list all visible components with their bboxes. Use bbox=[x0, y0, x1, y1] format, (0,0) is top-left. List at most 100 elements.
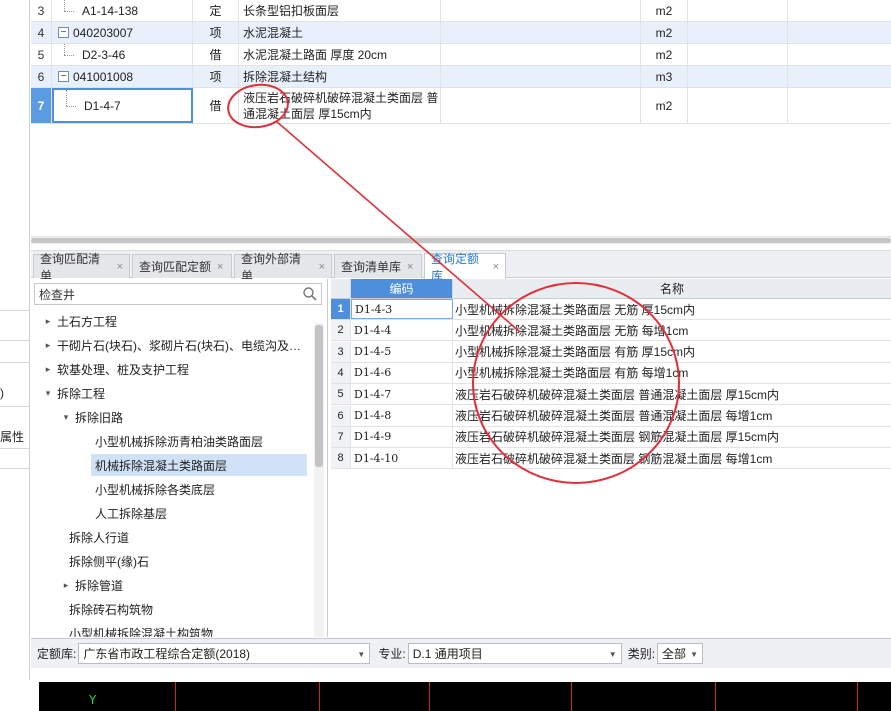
result-name[interactable]: 液压岩石破碎机破碎混凝土类面层 普通混凝土面层 厚15cm内 bbox=[453, 384, 891, 404]
close-icon[interactable]: × bbox=[407, 261, 413, 273]
result-row-number[interactable]: 1 bbox=[331, 299, 351, 319]
result-row[interactable]: 7 D1-4-9 液压岩石破碎机破碎混凝土类面层 钢筋混凝土面层 厚15cm内 bbox=[331, 426, 891, 448]
unit-cell[interactable]: m2 bbox=[641, 22, 688, 43]
bill-row[interactable]: 6−041001008 项拆除混凝土结构 m3 bbox=[31, 66, 891, 88]
tree-node[interactable]: 拆除人行道 bbox=[69, 526, 129, 548]
tree-node[interactable]: 小型机械拆除各类底层 bbox=[95, 478, 215, 500]
feature-cell[interactable] bbox=[441, 22, 641, 43]
unit-cell[interactable]: m2 bbox=[641, 0, 688, 21]
result-name[interactable]: 液压岩石破碎机破碎混凝土类面层 钢筋混凝土面层 厚15cm内 bbox=[453, 427, 891, 447]
code-cell[interactable]: A1-14-138 bbox=[52, 0, 193, 21]
type-cell[interactable]: 项 bbox=[193, 66, 239, 87]
tree-node[interactable]: 小型机械拆除沥青柏油类路面层 bbox=[95, 430, 263, 452]
tree-node[interactable]: ▸ 拆除管道 bbox=[61, 574, 123, 596]
result-row[interactable]: 3 D1-4-5 小型机械拆除混凝土类路面层 有筋 厚15cm内 bbox=[331, 341, 891, 363]
tree-node[interactable]: 机械拆除混凝土类路面层 bbox=[91, 454, 307, 476]
tab-1[interactable]: 查询匹配清单 × bbox=[33, 252, 130, 283]
unit-cell[interactable]: m3 bbox=[641, 66, 688, 87]
quantity-cell[interactable] bbox=[688, 0, 788, 21]
major-select[interactable]: D.1 通用项目 ▼ bbox=[407, 643, 622, 664]
result-name[interactable]: 小型机械拆除混凝土类路面层 无筋 厚15cm内 bbox=[453, 299, 891, 319]
close-icon[interactable]: × bbox=[493, 261, 499, 273]
result-code[interactable]: D1-4-10 bbox=[351, 448, 453, 469]
result-row-number[interactable]: 8 bbox=[331, 448, 351, 469]
tab-4[interactable]: 查询清单库 × bbox=[334, 254, 422, 278]
tree-scrollbar-thumb[interactable] bbox=[315, 325, 323, 467]
name-cell[interactable]: 水泥混凝土 bbox=[239, 22, 441, 43]
result-row-number[interactable]: 4 bbox=[331, 362, 351, 383]
tree-node[interactable]: ▾ 拆除旧路 bbox=[61, 406, 123, 428]
tree-node[interactable]: 拆除侧平(缘)石 bbox=[69, 550, 149, 572]
result-row[interactable]: 2 D1-4-4 小型机械拆除混凝土类路面层 无筋 每增1cm bbox=[331, 320, 891, 342]
row-number[interactable]: 7 bbox=[31, 88, 52, 123]
row-number[interactable]: 5 bbox=[31, 44, 52, 65]
feature-cell[interactable] bbox=[441, 66, 641, 87]
expand-right-icon[interactable]: ▸ bbox=[43, 316, 53, 327]
expand-down-icon[interactable]: ▾ bbox=[43, 388, 53, 399]
result-name[interactable]: 小型机械拆除混凝土类路面层 无筋 每增1cm bbox=[453, 320, 891, 340]
result-name[interactable]: 小型机械拆除混凝土类路面层 有筋 厚15cm内 bbox=[453, 342, 891, 362]
extra-cell[interactable] bbox=[788, 66, 891, 87]
tab-2[interactable]: 查询匹配定额 × bbox=[132, 254, 232, 278]
result-row-number[interactable]: 2 bbox=[331, 320, 351, 341]
row-number[interactable]: 3 bbox=[31, 0, 52, 21]
result-code[interactable]: D1-4-7 bbox=[351, 384, 453, 405]
column-header-name[interactable]: 名称 bbox=[453, 279, 891, 299]
code-cell[interactable]: −040203007 bbox=[52, 22, 193, 43]
collapse-icon[interactable]: − bbox=[58, 27, 69, 38]
tree-node[interactable]: ▸ 干砌片石(块石)、浆砌片石(块石)、电缆沟及… bbox=[43, 334, 301, 356]
result-code[interactable]: D1-4-4 bbox=[351, 320, 453, 341]
search-icon[interactable] bbox=[302, 286, 318, 302]
result-row[interactable]: 6 D1-4-8 液压岩石破碎机破碎混凝土类面层 普通混凝土面层 每增1cm bbox=[331, 405, 891, 427]
unit-cell[interactable]: m2 bbox=[641, 44, 688, 65]
tab-3[interactable]: 查询外部清单 × bbox=[234, 252, 332, 283]
quantity-cell[interactable] bbox=[688, 88, 788, 123]
close-icon[interactable]: × bbox=[117, 261, 123, 273]
result-row[interactable]: 1 D1-4-3 小型机械拆除混凝土类路面层 无筋 厚15cm内 bbox=[331, 299, 891, 320]
result-code[interactable]: D1-4-5 bbox=[351, 341, 453, 362]
row-number[interactable]: 4 bbox=[31, 22, 52, 43]
result-name[interactable]: 液压岩石破碎机破碎混凝土类面层 钢筋混凝土面层 每增1cm bbox=[453, 448, 891, 468]
expand-down-icon[interactable]: ▾ bbox=[61, 412, 71, 423]
quantity-cell[interactable] bbox=[688, 22, 788, 43]
collapse-icon[interactable]: − bbox=[58, 71, 69, 82]
bill-row[interactable]: 5 D2-3-46 借水泥混凝土路面 厚度 20cm m2 bbox=[31, 44, 891, 66]
quota-library-select[interactable]: 广东省市政工程综合定额(2018) ▼ bbox=[78, 643, 371, 664]
result-name[interactable]: 小型机械拆除混凝土类路面层 有筋 每增1cm bbox=[453, 363, 891, 383]
extra-cell[interactable] bbox=[788, 22, 891, 43]
horizontal-scrollbar-thumb[interactable] bbox=[31, 238, 891, 243]
feature-cell[interactable] bbox=[441, 0, 641, 21]
tab-5[interactable]: 查询定额库 × bbox=[424, 252, 506, 283]
expand-right-icon[interactable]: ▸ bbox=[43, 340, 53, 351]
expand-right-icon[interactable]: ▸ bbox=[43, 364, 53, 375]
result-code[interactable]: D1-4-9 bbox=[351, 426, 453, 447]
search-input[interactable] bbox=[34, 283, 322, 305]
quantity-cell[interactable] bbox=[688, 44, 788, 65]
extra-cell[interactable] bbox=[788, 88, 891, 123]
column-header-code[interactable]: 编码 bbox=[351, 279, 453, 299]
result-row-number[interactable]: 7 bbox=[331, 426, 351, 447]
result-code[interactable]: D1-4-8 bbox=[351, 405, 453, 426]
name-cell[interactable]: 长条型铝扣板面层 bbox=[239, 0, 441, 21]
name-cell[interactable]: 液压岩石破碎机破碎混凝土类面层 普通混凝土面层 厚15cm内 bbox=[239, 88, 441, 123]
result-row[interactable]: 4 D1-4-6 小型机械拆除混凝土类路面层 有筋 每增1cm bbox=[331, 362, 891, 384]
close-icon[interactable]: × bbox=[319, 261, 325, 273]
tree-node[interactable]: 拆除砖石构筑物 bbox=[69, 598, 153, 620]
feature-cell[interactable] bbox=[441, 44, 641, 65]
result-row[interactable]: 5 D1-4-7 液压岩石破碎机破碎混凝土类面层 普通混凝土面层 厚15cm内 bbox=[331, 384, 891, 406]
name-cell[interactable]: 拆除混凝土结构 bbox=[239, 66, 441, 87]
feature-cell[interactable] bbox=[441, 88, 641, 123]
tree-node[interactable]: 小型机械拆除混凝土构筑物 bbox=[69, 622, 213, 638]
bill-row[interactable]: 4−040203007 项水泥混凝土 m2 bbox=[31, 22, 891, 44]
type-cell[interactable]: 借 bbox=[193, 44, 239, 65]
result-row[interactable]: 8 D1-4-10 液压岩石破碎机破碎混凝土类面层 钢筋混凝土面层 每增1cm bbox=[331, 448, 891, 470]
name-cell[interactable]: 水泥混凝土路面 厚度 20cm bbox=[239, 44, 441, 65]
result-code[interactable]: D1-4-6 bbox=[351, 362, 453, 383]
type-cell[interactable]: 定 bbox=[193, 0, 239, 21]
result-row-number[interactable]: 3 bbox=[331, 341, 351, 362]
close-icon[interactable]: × bbox=[217, 261, 223, 273]
tree-node[interactable]: 人工拆除基层 bbox=[95, 502, 167, 524]
code-cell[interactable]: D2-3-46 bbox=[52, 44, 193, 65]
type-cell[interactable]: 项 bbox=[193, 22, 239, 43]
extra-cell[interactable] bbox=[788, 44, 891, 65]
